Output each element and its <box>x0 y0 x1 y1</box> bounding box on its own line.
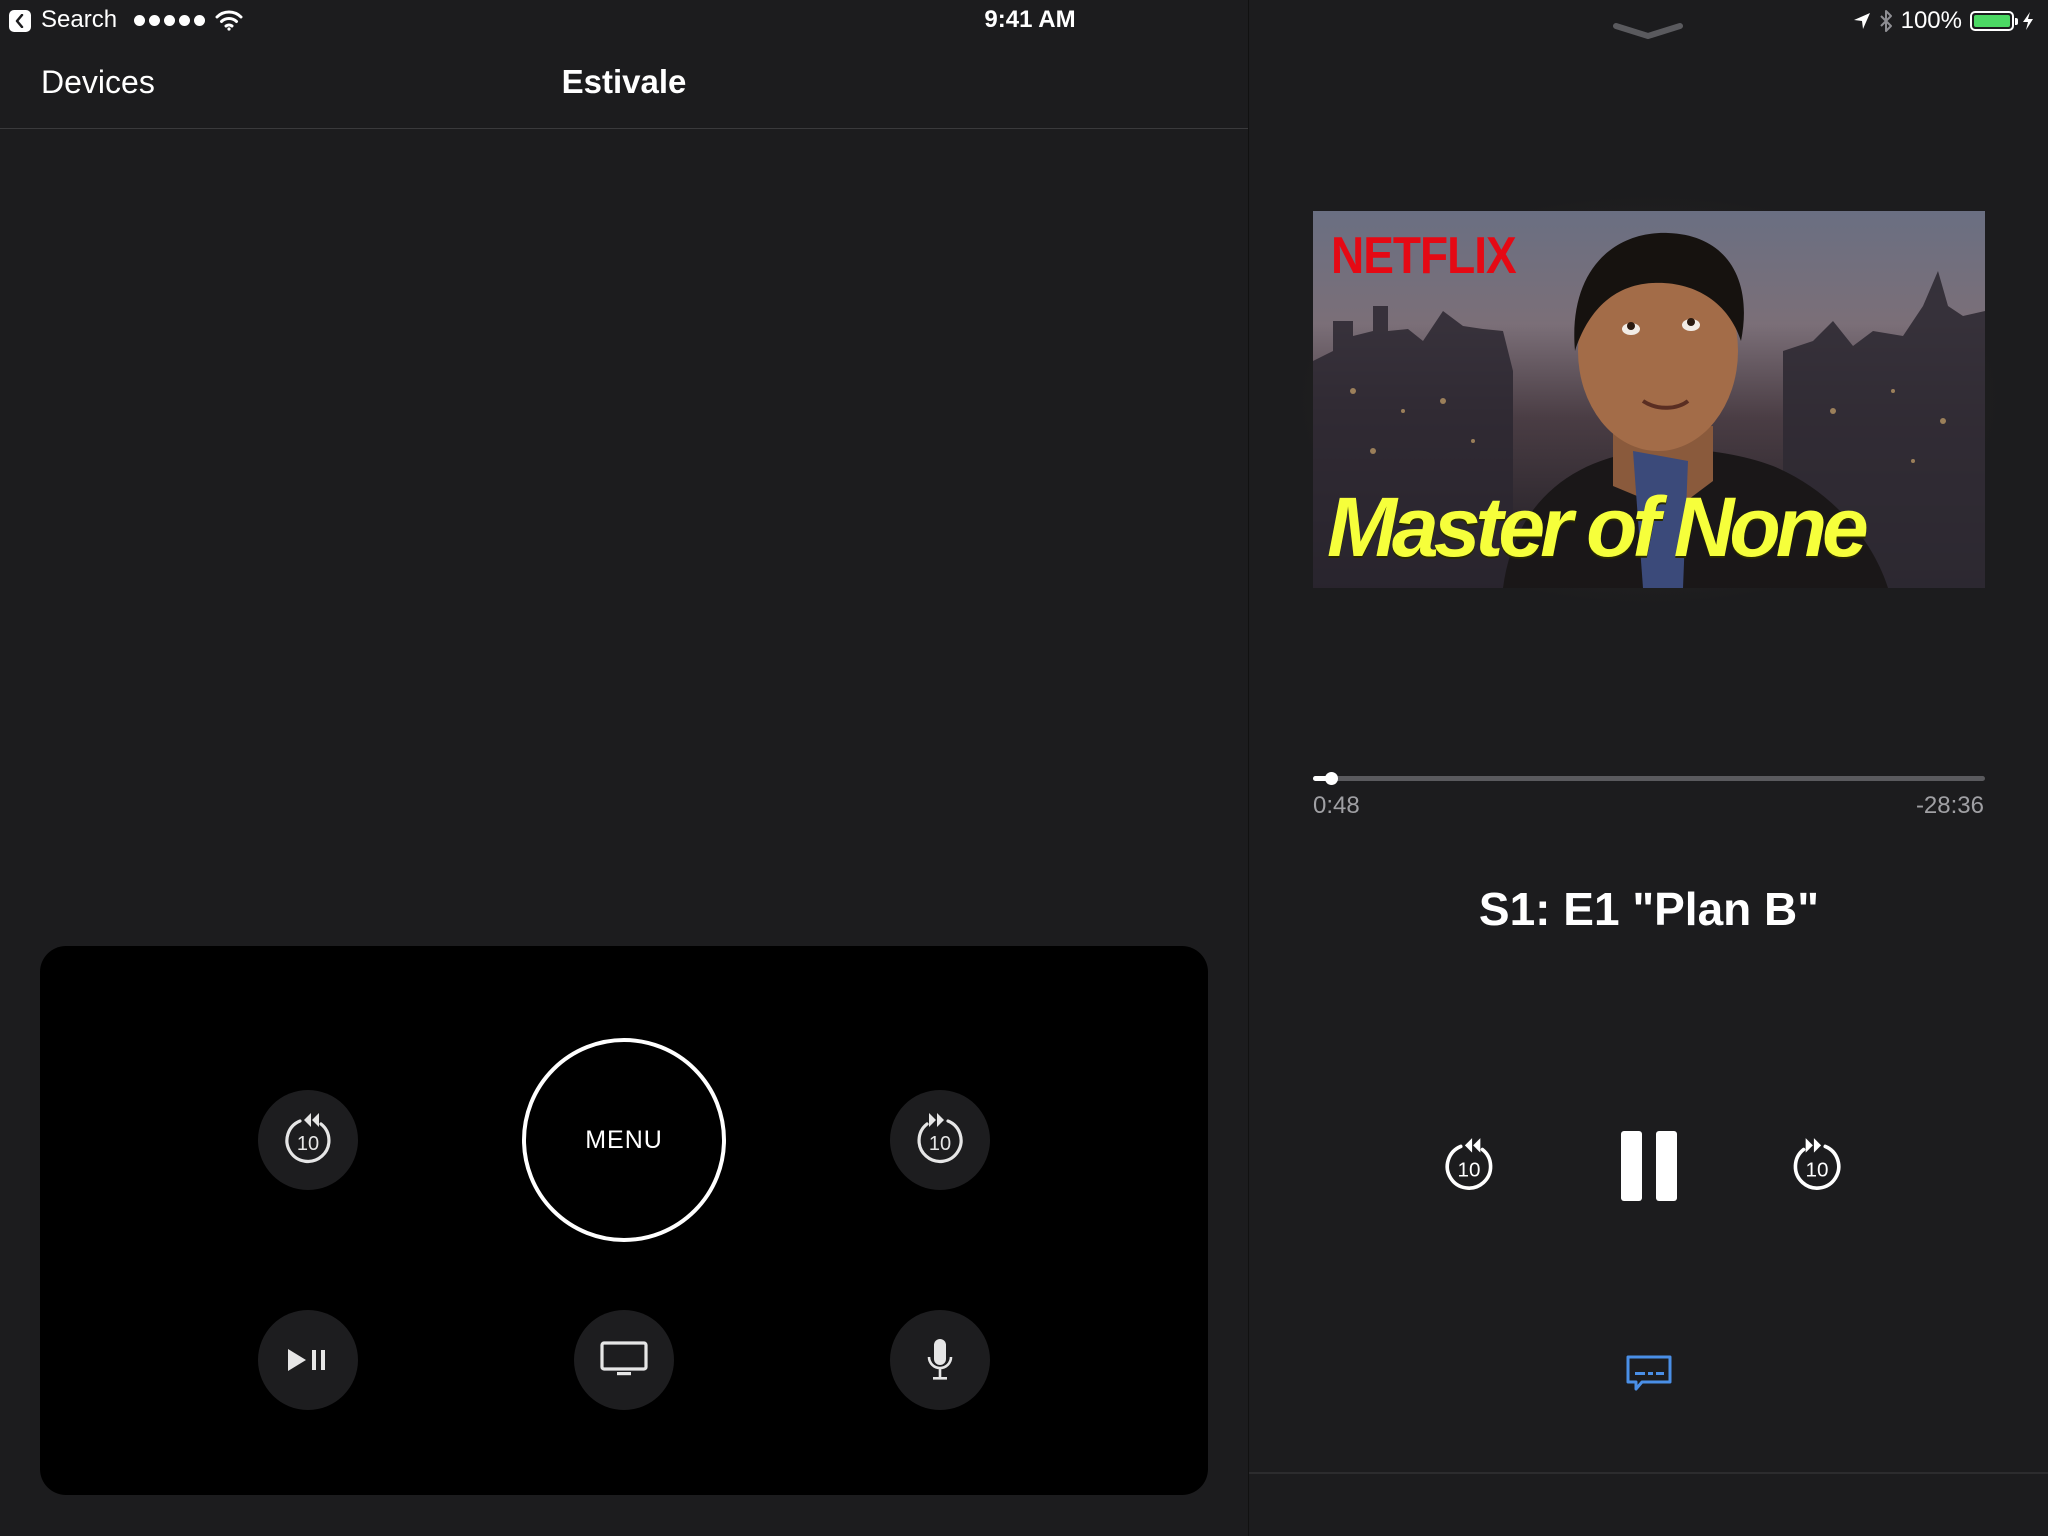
remote-pane: Search 9:41 AM Devices Estivale 10 MENU … <box>0 0 1248 1536</box>
np-skip-back-button[interactable]: 10 <box>1431 1128 1507 1204</box>
skip-back-seconds: 10 <box>297 1133 319 1155</box>
skip-back-icon: 10 <box>285 1113 331 1164</box>
pause-button[interactable] <box>1609 1126 1689 1206</box>
play-pause-icon <box>288 1349 325 1371</box>
skip-forward-icon: 10 <box>1793 1138 1841 1190</box>
menu-button[interactable]: MENU <box>522 1038 726 1242</box>
now-playing-pane: 100% NETFLIX Master of None 0:48 -28:36 … <box>1248 0 2048 1536</box>
dismiss-chevron-icon[interactable] <box>1612 20 1684 42</box>
navigation-bar: Devices Estivale <box>0 40 1248 129</box>
page-title: Estivale <box>561 63 687 100</box>
skip-forward-icon: 10 <box>917 1113 963 1164</box>
back-to-app-label[interactable]: Search <box>41 6 117 34</box>
siri-button[interactable] <box>890 1310 990 1410</box>
tv-icon <box>600 1341 648 1376</box>
tv-home-button[interactable] <box>574 1310 674 1410</box>
back-to-app-icon[interactable] <box>9 10 31 32</box>
location-arrow-icon <box>1853 13 1870 29</box>
skip-back-button[interactable]: 10 <box>258 1090 358 1190</box>
battery-percent: 100% <box>1900 7 1962 34</box>
remaining-time: -28:36 <box>1915 792 1984 819</box>
elapsed-time: 0:48 <box>1313 792 1360 819</box>
show-artwork: NETFLIX Master of None <box>1313 211 1985 588</box>
episode-title: S1: E1 "Plan B" <box>1478 883 1820 935</box>
netflix-logo: NETFLIX <box>1331 226 1517 285</box>
status-time: 9:41 AM <box>984 6 1076 33</box>
play-pause-button[interactable] <box>258 1310 358 1410</box>
np-skip-back-seconds: 10 <box>1458 1158 1481 1181</box>
bottom-divider <box>1249 1472 2048 1474</box>
app-root: Search 9:41 AM Devices Estivale 10 MENU … <box>0 0 2048 1536</box>
show-title-art: Master of None <box>1327 480 1869 574</box>
np-skip-forward-seconds: 10 <box>1806 1158 1829 1181</box>
charging-bolt-icon <box>2023 12 2033 30</box>
cellular-signal-icon <box>134 15 205 26</box>
bluetooth-icon <box>1879 10 1892 32</box>
wifi-icon <box>215 10 243 31</box>
pause-icon <box>1621 1131 1677 1201</box>
status-bar: Search 9:41 AM <box>0 0 1248 40</box>
skip-back-icon: 10 <box>1445 1138 1493 1190</box>
battery-icon <box>1970 11 2018 31</box>
remote-control-panel: 10 MENU 10 <box>40 946 1208 1495</box>
skip-forward-seconds: 10 <box>929 1133 951 1155</box>
skip-forward-button[interactable]: 10 <box>890 1090 990 1190</box>
scrubber-track[interactable] <box>1313 772 1985 785</box>
scrubber-knob[interactable] <box>1325 772 1339 785</box>
np-skip-forward-button[interactable]: 10 <box>1779 1128 1855 1204</box>
status-bar-right: 100% <box>1853 6 2034 36</box>
subtitles-icon[interactable] <box>1624 1353 1674 1393</box>
microphone-icon <box>927 1339 953 1380</box>
